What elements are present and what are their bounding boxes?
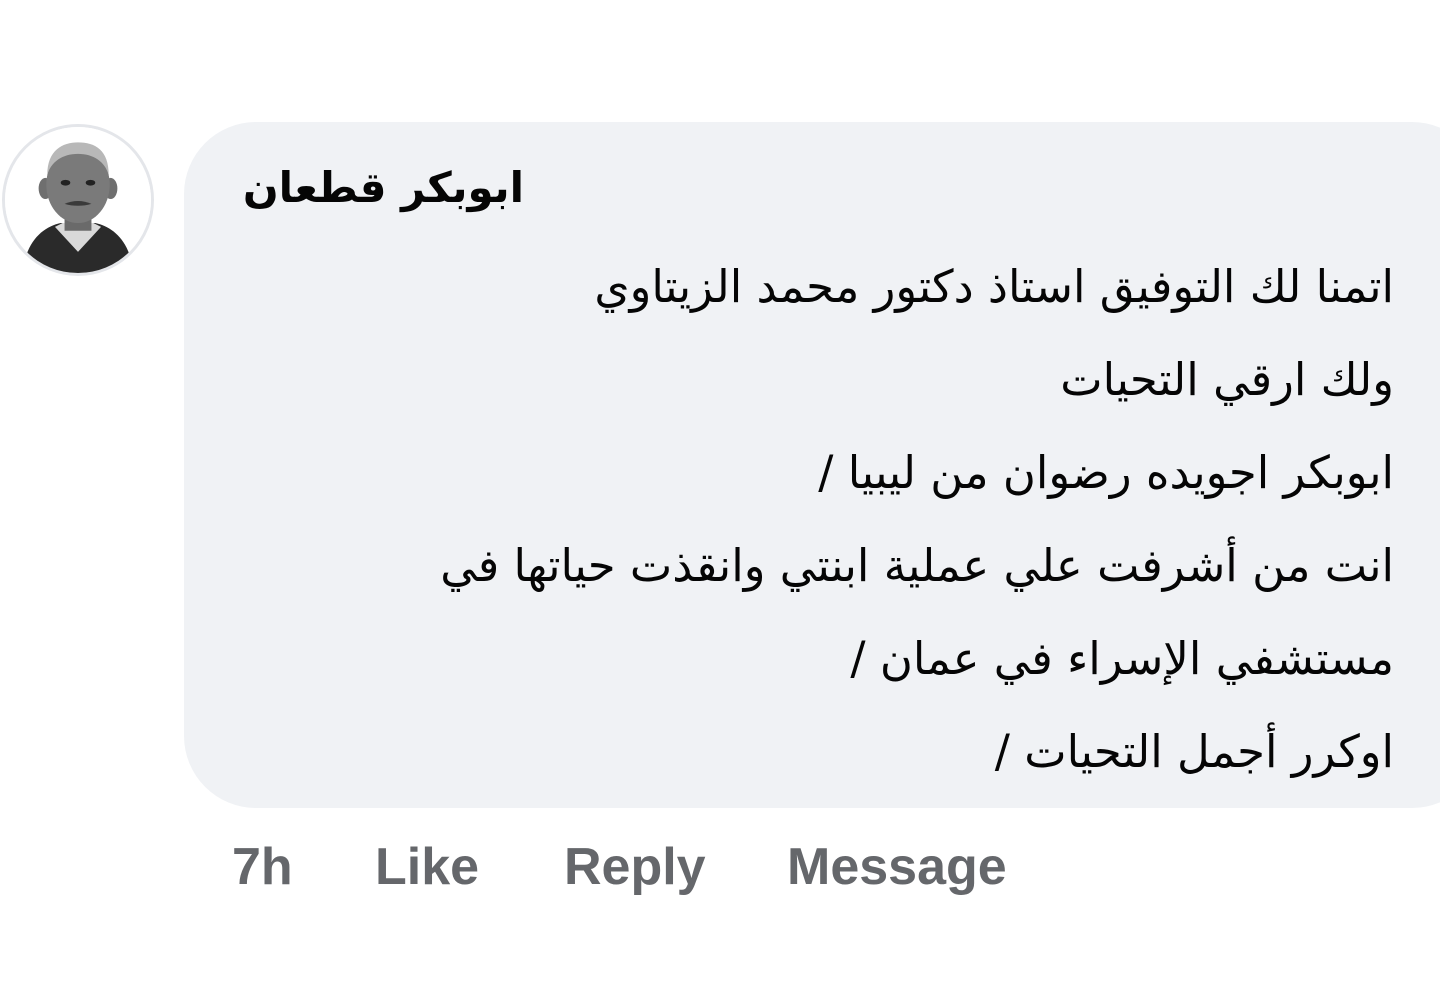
comment-text: اتمنا لك التوفيق استاذ دكتور محمد الزيتا… xyxy=(232,240,1394,798)
comment-author[interactable]: ابوبكر قطعان xyxy=(232,158,524,218)
profile-photo-icon xyxy=(5,127,151,273)
comment-line: ابوبكر اجويده رضوان من ليبيا / xyxy=(818,446,1394,499)
message-button[interactable]: Message xyxy=(787,832,1007,902)
comment-line: اوكرر أجمل التحيات / xyxy=(994,725,1394,778)
comment-line: انت من أشرفت علي عملية ابنتي وانقذت حيات… xyxy=(440,539,1394,592)
comment-line: ولك ارقي التحيات xyxy=(1060,353,1394,406)
like-button[interactable]: Like xyxy=(375,832,479,902)
comment-line: مستشفي الإسراء في عمان / xyxy=(850,632,1394,685)
comment-line: اتمنا لك التوفيق استاذ دكتور محمد الزيتا… xyxy=(594,260,1394,313)
comment-timestamp[interactable]: 7h xyxy=(232,832,293,902)
comment-actions: 7h Like Reply Message xyxy=(0,832,1440,902)
avatar[interactable] xyxy=(2,124,154,276)
reply-button[interactable]: Reply xyxy=(564,832,706,902)
